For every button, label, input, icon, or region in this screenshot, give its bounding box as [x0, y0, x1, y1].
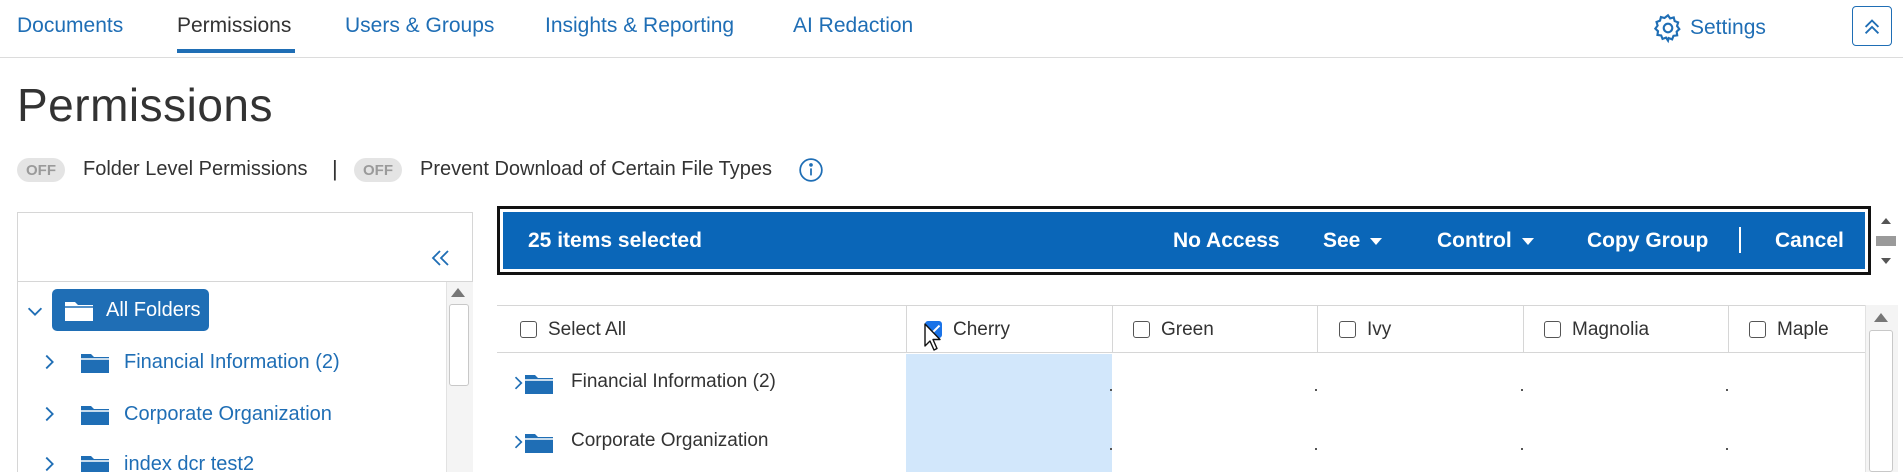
- folder-level-permissions-label: Folder Level Permissions: [83, 158, 308, 180]
- cell-marker: [1110, 389, 1112, 391]
- column-divider: [1523, 305, 1524, 353]
- cell-marker: [1521, 389, 1523, 391]
- folder-icon: [525, 375, 553, 394]
- green-column-checkbox[interactable]: [1133, 321, 1150, 338]
- chevron-double-up-icon: [1864, 19, 1880, 34]
- grid-scroll-up-arrow[interactable]: [1874, 313, 1888, 322]
- cell-marker: [1315, 448, 1317, 450]
- settings-button[interactable]: Settings: [1652, 12, 1766, 44]
- grid-row-corporate-organization[interactable]: Corporate Organization: [497, 414, 1865, 472]
- chevron-right-icon[interactable]: [38, 453, 60, 472]
- column-label: Cherry: [953, 318, 1011, 340]
- selection-bar-scroller[interactable]: [1874, 212, 1898, 270]
- row-label: Corporate Organization: [571, 430, 769, 451]
- caret-down-icon: [1521, 237, 1534, 245]
- column-label: Green: [1161, 318, 1214, 340]
- column-header-ivy: Ivy: [1339, 306, 1391, 353]
- column-divider: [1112, 305, 1113, 353]
- ivy-column-checkbox[interactable]: [1339, 321, 1356, 338]
- select-all-label: Select All: [548, 318, 627, 340]
- mouse-cursor-icon: [924, 323, 941, 351]
- control-dropdown-button[interactable]: Control: [1437, 229, 1534, 253]
- folder-icon: [81, 354, 109, 373]
- grid-row-financial-information[interactable]: Financial Information (2): [497, 355, 1865, 413]
- folder-tree-panel: [17, 212, 473, 472]
- chevron-down-icon[interactable]: [24, 300, 46, 322]
- tab-ai-redaction[interactable]: AI Redaction: [793, 14, 913, 38]
- column-divider: [906, 305, 907, 353]
- selected-count: 25 items selected: [528, 229, 702, 252]
- tree-item-label: index dcr test2: [124, 452, 255, 472]
- tree-item-corporate-organization[interactable]: Corporate Organization: [80, 402, 332, 426]
- column-label: Ivy: [1367, 318, 1392, 340]
- tree-item-label: Corporate Organization: [124, 402, 332, 425]
- chevron-right-icon[interactable]: [38, 351, 60, 373]
- permissions-grid-header: Select All Cherry Green Ivy Magnolia Map…: [497, 305, 1865, 353]
- cell-marker: [1521, 448, 1523, 450]
- cell-marker: [1315, 389, 1317, 391]
- tab-documents[interactable]: Documents: [17, 14, 123, 38]
- magnolia-column-checkbox[interactable]: [1544, 321, 1561, 338]
- cell-marker: [1110, 448, 1112, 450]
- copy-group-button[interactable]: Copy Group: [1587, 229, 1708, 253]
- column-label: Magnolia: [1572, 318, 1650, 340]
- folder-icon: [525, 434, 553, 453]
- tree-item-financial-information[interactable]: Financial Information (2): [80, 350, 340, 374]
- active-tab-indicator: [177, 49, 295, 53]
- info-icon[interactable]: [798, 157, 824, 183]
- see-label: See: [1323, 229, 1361, 252]
- control-label: Control: [1437, 229, 1512, 252]
- column-header-green: Green: [1133, 306, 1214, 353]
- tab-permissions[interactable]: Permissions: [177, 14, 291, 38]
- cell-marker: [1726, 448, 1728, 450]
- select-all-checkbox[interactable]: [520, 321, 537, 338]
- gear-icon: [1653, 13, 1681, 44]
- row-label: Financial Information (2): [571, 371, 776, 392]
- tree-divider: [17, 281, 473, 282]
- folder-icon: [81, 406, 109, 425]
- maple-column-checkbox[interactable]: [1749, 321, 1766, 338]
- tree-item-label: Financial Information (2): [124, 350, 340, 373]
- folder-icon: [81, 456, 109, 472]
- tree-root-label: All Folders: [106, 298, 201, 321]
- select-all-cell: Select All: [520, 306, 626, 353]
- see-dropdown-button[interactable]: See: [1323, 229, 1383, 253]
- cell-marker: [1726, 389, 1728, 391]
- selection-action-bar: 25 items selected No Access See Control …: [503, 212, 1865, 269]
- column-label: Maple: [1777, 318, 1829, 340]
- collapse-header-button[interactable]: [1852, 6, 1892, 46]
- cancel-button[interactable]: Cancel: [1775, 229, 1844, 253]
- prevent-download-label: Prevent Download of Certain File Types: [420, 158, 773, 180]
- column-divider: [1728, 305, 1729, 353]
- folder-icon: [65, 302, 93, 321]
- page-title: Permissions: [17, 79, 274, 131]
- column-header-maple: Maple: [1749, 306, 1829, 353]
- settings-label: Settings: [1690, 16, 1766, 39]
- tab-users-groups[interactable]: Users & Groups: [345, 14, 494, 38]
- top-navigation: Documents Permissions Users & Groups Ins…: [0, 0, 1903, 58]
- action-separator: [1739, 227, 1741, 253]
- tree-root-all-folders[interactable]: All Folders: [52, 289, 209, 331]
- chevron-right-icon[interactable]: [38, 403, 60, 425]
- grid-scrollbar-thumb[interactable]: [1869, 330, 1893, 472]
- tab-insights-reporting[interactable]: Insights & Reporting: [545, 14, 734, 38]
- prevent-download-toggle[interactable]: OFF: [354, 158, 402, 182]
- toggle-separator: |: [332, 156, 338, 181]
- column-divider: [1317, 305, 1318, 353]
- tree-scroll-up-arrow[interactable]: [451, 288, 465, 297]
- chevron-double-left-icon[interactable]: [428, 246, 452, 270]
- folder-level-permissions-toggle[interactable]: OFF: [17, 158, 65, 182]
- caret-down-icon: [1370, 237, 1383, 245]
- column-header-magnolia: Magnolia: [1544, 306, 1649, 353]
- tree-scrollbar-thumb[interactable]: [449, 304, 469, 386]
- no-access-button[interactable]: No Access: [1173, 229, 1280, 253]
- tree-item-index-dcr-test2[interactable]: index dcr test2: [80, 452, 254, 472]
